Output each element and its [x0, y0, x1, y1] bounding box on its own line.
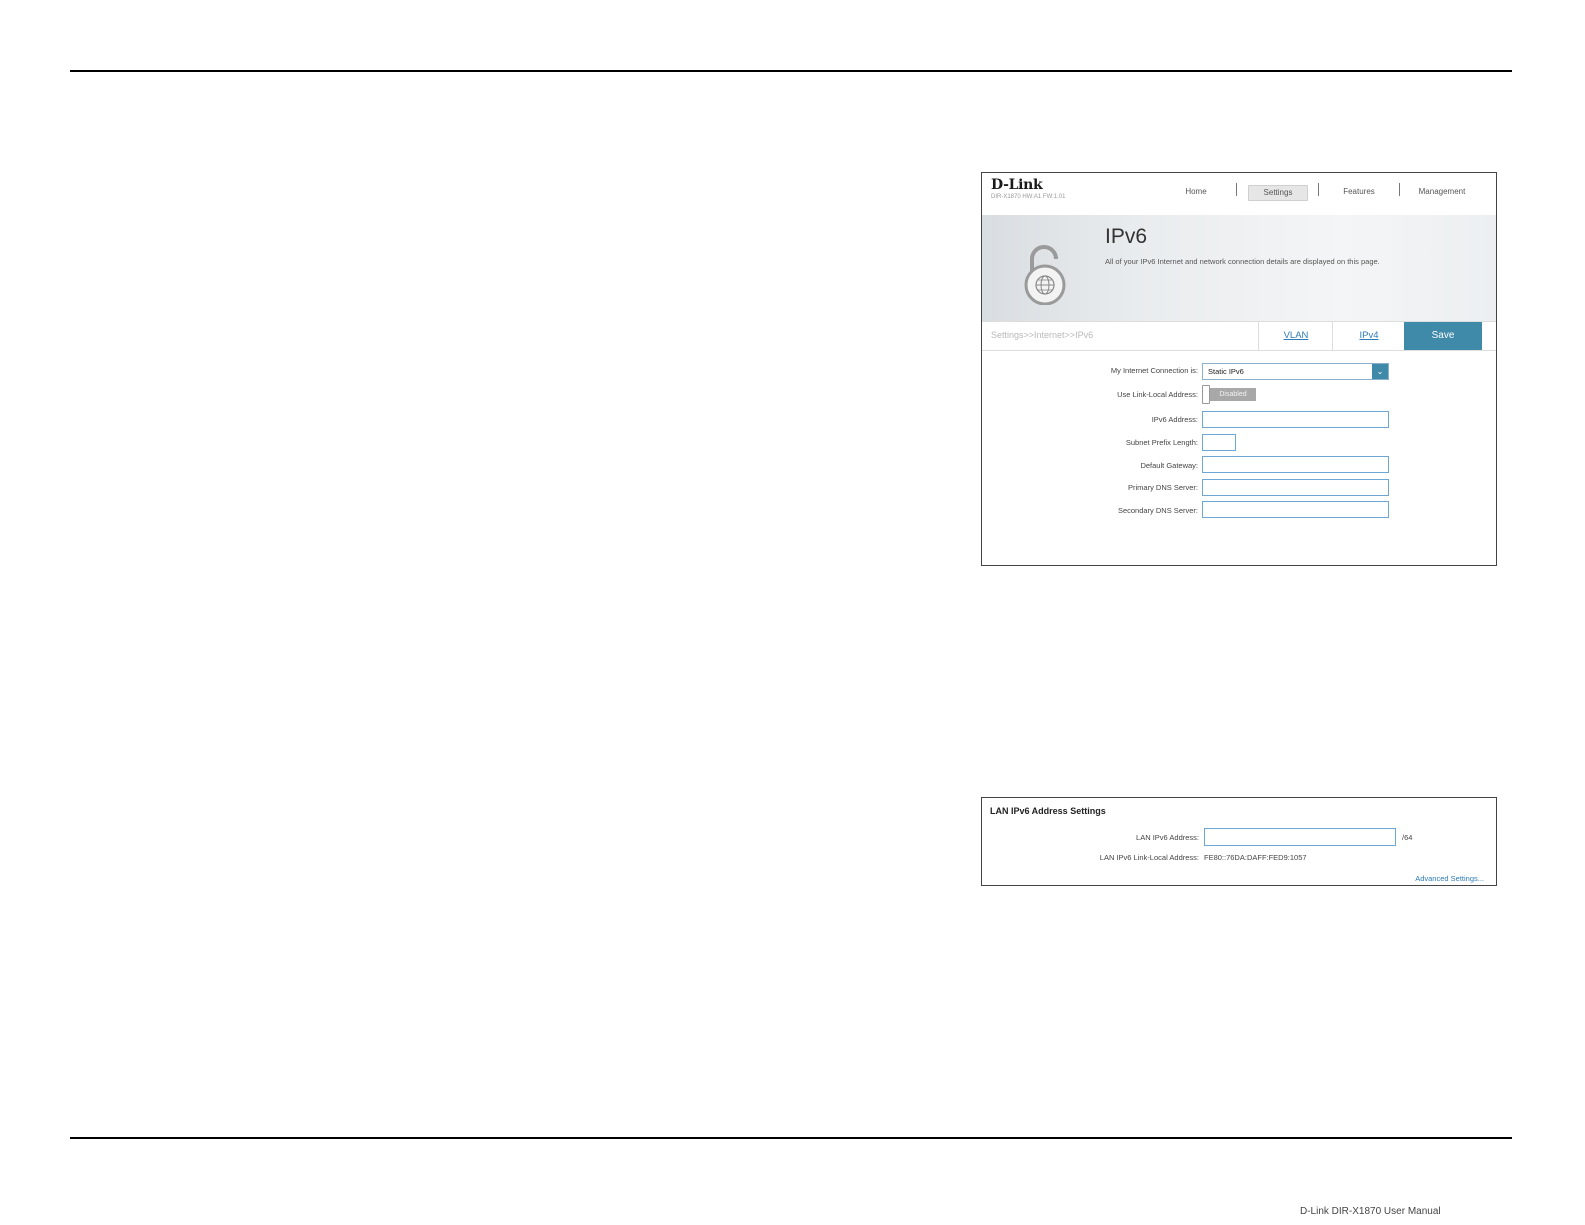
- footer-text: D-Link DIR-X1870 User Manual: [1300, 1206, 1441, 1217]
- default-gateway-input[interactable]: [1202, 456, 1389, 473]
- breadcrumb: Settings>>Internet>>IPv6: [991, 330, 1094, 340]
- page-title: IPv6: [1105, 225, 1148, 248]
- prefix-length-label: Subnet Prefix Length:: [1125, 438, 1198, 447]
- nav-separator: [1236, 183, 1237, 196]
- nav-separator: [1399, 183, 1400, 196]
- primary-dns-input[interactable]: [1202, 479, 1389, 496]
- secondary-dns-input[interactable]: [1202, 501, 1389, 518]
- ipv6-address-label: IPv6 Address:: [1151, 415, 1198, 424]
- nav-features[interactable]: Features: [1336, 185, 1382, 199]
- connection-type-select[interactable]: Static IPv6 ⌄: [1202, 363, 1389, 380]
- top-rule: [70, 70, 1512, 72]
- lan-link-local-value: FE80::76DA:DAFF:FED9:1057: [1204, 853, 1307, 862]
- ipv6-settings-screenshot: D-Link DIR-X1870 HW:A1 FW:1.01 Home Sett…: [981, 172, 1497, 566]
- connection-type-value: Static IPv6: [1208, 367, 1244, 376]
- page-banner: IPv6 All of your IPv6 Internet and netwo…: [982, 215, 1496, 321]
- lan-ipv6-settings-screenshot: LAN IPv6 Address Settings LAN IPv6 Addre…: [981, 797, 1497, 886]
- section-title: LAN IPv6 Address Settings: [990, 806, 1106, 816]
- bottom-rule: [70, 1137, 1512, 1139]
- nav-management[interactable]: Management: [1412, 185, 1472, 199]
- nav-home[interactable]: Home: [1178, 185, 1214, 199]
- advanced-settings-link[interactable]: Advanced Settings...: [1415, 874, 1484, 883]
- primary-dns-label: Primary DNS Server:: [1127, 483, 1198, 492]
- nav-settings[interactable]: Settings: [1248, 185, 1308, 201]
- link-local-toggle[interactable]: Disabled: [1202, 385, 1258, 404]
- lan-link-local-label: LAN IPv6 Link-Local Address:: [1099, 853, 1199, 862]
- tab-ipv4[interactable]: IPv4: [1332, 322, 1405, 350]
- page-description: All of your IPv6 Internet and network co…: [1105, 257, 1380, 266]
- default-gateway-label: Default Gateway:: [1140, 461, 1198, 470]
- save-button[interactable]: Save: [1404, 322, 1482, 350]
- ipv6-address-input[interactable]: [1202, 411, 1389, 428]
- chevron-down-icon[interactable]: ⌄: [1372, 364, 1388, 379]
- lan-ipv6-address-input[interactable]: [1204, 828, 1396, 846]
- nav-separator: [1318, 183, 1319, 196]
- lan-ipv6-address-label: LAN IPv6 Address:: [1136, 833, 1199, 842]
- toggle-state: Disabled: [1210, 388, 1256, 401]
- dlink-logo[interactable]: D-Link: [991, 177, 1043, 193]
- secondary-dns-label: Secondary DNS Server:: [1117, 506, 1198, 515]
- top-navigation-bar: D-Link DIR-X1870 HW:A1 FW:1.01 Home Sett…: [982, 173, 1496, 216]
- prefix-suffix: /64: [1402, 833, 1413, 842]
- link-local-label: Use Link-Local Address:: [1117, 390, 1198, 399]
- prefix-length-input[interactable]: [1202, 434, 1236, 451]
- tab-vlan[interactable]: VLAN: [1258, 322, 1333, 350]
- toggle-knob[interactable]: [1202, 385, 1210, 404]
- model-info: DIR-X1870 HW:A1 FW:1.01: [991, 194, 1066, 200]
- globe-lock-icon: [1024, 245, 1066, 305]
- connection-type-label: My Internet Connection is:: [1110, 366, 1198, 375]
- tab-bar: Settings>>Internet>>IPv6 VLAN IPv4 Save: [982, 321, 1496, 351]
